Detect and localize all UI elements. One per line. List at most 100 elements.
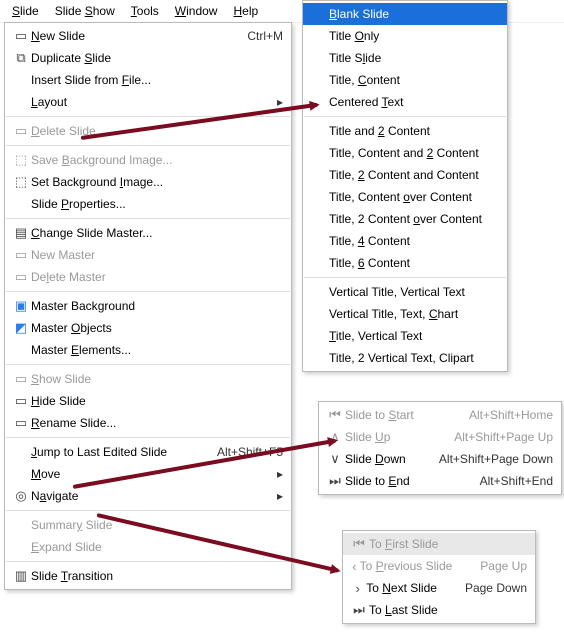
- menu-item-label: Jump to Last Edited Slide: [31, 445, 189, 459]
- menu-item-layout[interactable]: Layout▸: [5, 91, 291, 113]
- menu-item-delete-master[interactable]: ▭Delete Master: [5, 266, 291, 288]
- menu-item-to-last-slide[interactable]: ⏭To Last Slide: [343, 599, 535, 621]
- menu-item-master-elements[interactable]: Master Elements...: [5, 339, 291, 361]
- menu-item-slide-to-end[interactable]: ⏭Slide to EndAlt+Shift+End: [319, 470, 561, 492]
- menu-item-duplicate-slide[interactable]: ⧉Duplicate Slide: [5, 47, 291, 69]
- menu-item-slide-to-start[interactable]: ⏮Slide to StartAlt+Shift+Home: [319, 404, 561, 426]
- menu-item-hide-slide[interactable]: ▭Hide Slide: [5, 390, 291, 412]
- menu-item-label: Slide to Start: [345, 408, 441, 422]
- transition-icon: ▥: [11, 568, 31, 584]
- menu-separator: [6, 218, 290, 219]
- menu-item-label: Title, 4 Content: [329, 234, 499, 248]
- menu-item-change-slide-master[interactable]: ▤Change Slide Master...: [5, 222, 291, 244]
- menu-item-label: New Master: [31, 248, 283, 262]
- menu-item-label: Title Slide: [329, 51, 499, 65]
- delete-slide-icon: ▭: [11, 123, 31, 139]
- menu-item-title-vertical-text[interactable]: Title, Vertical Text: [303, 325, 507, 347]
- menu-item-label: To Next Slide: [366, 581, 437, 595]
- menu-item-label: To Previous Slide: [360, 559, 453, 573]
- menu-item-title-slide[interactable]: Title Slide: [303, 47, 507, 69]
- menu-item-title-2-content-over-content[interactable]: Title, 2 Content over Content: [303, 208, 507, 230]
- menu-item-label: Navigate: [31, 489, 271, 503]
- menu-item-delete-slide[interactable]: ▭Delete Slide: [5, 120, 291, 142]
- menu-item-title-2-content-and-content[interactable]: Title, 2 Content and Content: [303, 164, 507, 186]
- menu-shortcut: Alt+Shift+Page Down: [439, 452, 553, 466]
- menu-item-to-first-slide[interactable]: ⏮To First Slide: [343, 533, 535, 555]
- menu-item-label: Slide Transition: [31, 569, 283, 583]
- menu-shortcut: Page Up: [480, 559, 527, 573]
- menu-item-label: Delete Master: [31, 270, 283, 284]
- menu-item-label: Title, Content and 2 Content: [329, 146, 499, 160]
- menu-item-to-previous-slide[interactable]: ‹To Previous Slide Page Up: [343, 555, 535, 577]
- navigate-submenu: ⏮To First Slide ‹To Previous Slide Page Up…: [342, 530, 536, 624]
- menu-item-label: Rename Slide...: [31, 416, 283, 430]
- menubar-tools[interactable]: Tools: [125, 2, 165, 20]
- menu-item-slide-transition[interactable]: ▥Slide Transition: [5, 565, 291, 587]
- menu-item-title-content-and-2-content[interactable]: Title, Content and 2 Content: [303, 142, 507, 164]
- menu-shortcut: Alt+Shift+Page Up: [454, 430, 553, 444]
- menu-item-label: Slide Properties...: [31, 197, 283, 211]
- menubar-window[interactable]: Window: [169, 2, 224, 20]
- menu-item-label: Layout: [31, 95, 271, 109]
- master-obj-icon: ◩: [11, 320, 31, 336]
- delete-master-icon: ▭: [11, 269, 31, 285]
- submenu-arrow-icon: ▸: [271, 489, 283, 503]
- menu-item-label: Master Objects: [31, 321, 283, 335]
- menu-item-label: Title, Vertical Text: [329, 329, 499, 343]
- menu-item-label: Title and 2 Content: [329, 124, 499, 138]
- menu-item-save-background-image[interactable]: ⬚Save Background Image...: [5, 149, 291, 171]
- rename-icon: ▭: [11, 415, 31, 431]
- menu-item-label: Duplicate Slide: [31, 51, 283, 65]
- menu-item-slide-up[interactable]: ∧Slide UpAlt+Shift+Page Up: [319, 426, 561, 448]
- menu-item-label: Save Background Image...: [31, 153, 283, 167]
- menu-separator: [6, 364, 290, 365]
- menu-item-vertical-title-vertical-text[interactable]: Vertical Title, Vertical Text: [303, 281, 507, 303]
- menu-item-title-only[interactable]: Title Only: [303, 25, 507, 47]
- menu-shortcut: Page Down: [465, 581, 527, 595]
- first-icon: ⏮: [349, 536, 369, 552]
- menu-item-jump-to-last-edited-slide[interactable]: Jump to Last Edited SlideAlt+Shift+F5: [5, 441, 291, 463]
- menu-item-title-content[interactable]: Title, Content: [303, 69, 507, 91]
- menu-item-title-2-vertical-text-clipart[interactable]: Title, 2 Vertical Text, Clipart: [303, 347, 507, 369]
- menu-item-label: Blank Slide: [329, 7, 499, 21]
- move-submenu: ⏮Slide to StartAlt+Shift+Home∧Slide UpAl…: [318, 401, 562, 495]
- menu-shortcut: Ctrl+M: [247, 29, 283, 43]
- menu-item-label: Title, 2 Content and Content: [329, 168, 499, 182]
- prev-icon: ‹: [349, 559, 360, 574]
- menu-item-label: Title, 6 Content: [329, 256, 499, 270]
- hide-slide-icon: ▭: [11, 393, 31, 409]
- menu-item-rename-slide[interactable]: ▭Rename Slide...: [5, 412, 291, 434]
- menu-item-insert-slide-from-file[interactable]: Insert Slide from File...: [5, 69, 291, 91]
- menu-item-master-background[interactable]: ▣Master Background: [5, 295, 291, 317]
- menu-item-show-slide[interactable]: ▭Show Slide: [5, 368, 291, 390]
- menu-item-label: To Last Slide: [369, 603, 527, 617]
- menu-item-to-next-slide[interactable]: ›To Next SlidePage Down: [343, 577, 535, 599]
- menu-item-label: Title, 2 Content over Content: [329, 212, 499, 226]
- menu-item-new-slide[interactable]: ▭New SlideCtrl+M: [5, 25, 291, 47]
- menu-item-label: Master Elements...: [31, 343, 283, 357]
- menu-item-title-content-over-content[interactable]: Title, Content over Content: [303, 186, 507, 208]
- set-bg-icon: ⬚: [11, 174, 31, 190]
- menu-item-new-master[interactable]: ▭New Master: [5, 244, 291, 266]
- menu-item-centered-text[interactable]: Centered Text: [303, 91, 507, 113]
- menu-item-navigate[interactable]: ◎Navigate▸: [5, 485, 291, 507]
- menu-item-slide-properties[interactable]: Slide Properties...: [5, 193, 291, 215]
- menubar-slide[interactable]: Slide: [6, 2, 45, 20]
- menu-item-title-6-content[interactable]: Title, 6 Content: [303, 252, 507, 274]
- menu-item-blank-slide[interactable]: Blank Slide: [303, 3, 507, 25]
- menu-shortcut: Alt+Shift+Home: [469, 408, 553, 422]
- menu-item-label: Title, Content: [329, 73, 499, 87]
- menu-item-title-and-2-content[interactable]: Title and 2 Content: [303, 120, 507, 142]
- menu-item-label: Title, 2 Vertical Text, Clipart: [329, 351, 499, 365]
- menu-item-label: Vertical Title, Vertical Text: [329, 285, 499, 299]
- menubar-slideshow[interactable]: Slide Show: [49, 2, 121, 20]
- menu-item-master-objects[interactable]: ◩Master Objects: [5, 317, 291, 339]
- menu-item-set-background-image[interactable]: ⬚Set Background Image...: [5, 171, 291, 193]
- menu-item-vertical-title-text-chart[interactable]: Vertical Title, Text, Chart: [303, 303, 507, 325]
- menu-item-title-4-content[interactable]: Title, 4 Content: [303, 230, 507, 252]
- last-icon: ⏭: [325, 473, 345, 489]
- menubar-help[interactable]: Help: [227, 2, 264, 20]
- menu-item-slide-down[interactable]: ∨Slide DownAlt+Shift+Page Down: [319, 448, 561, 470]
- dup-slide-icon: ⧉: [11, 50, 31, 66]
- slide-menu: ▭New SlideCtrl+M⧉Duplicate SlideInsert S…: [4, 22, 292, 590]
